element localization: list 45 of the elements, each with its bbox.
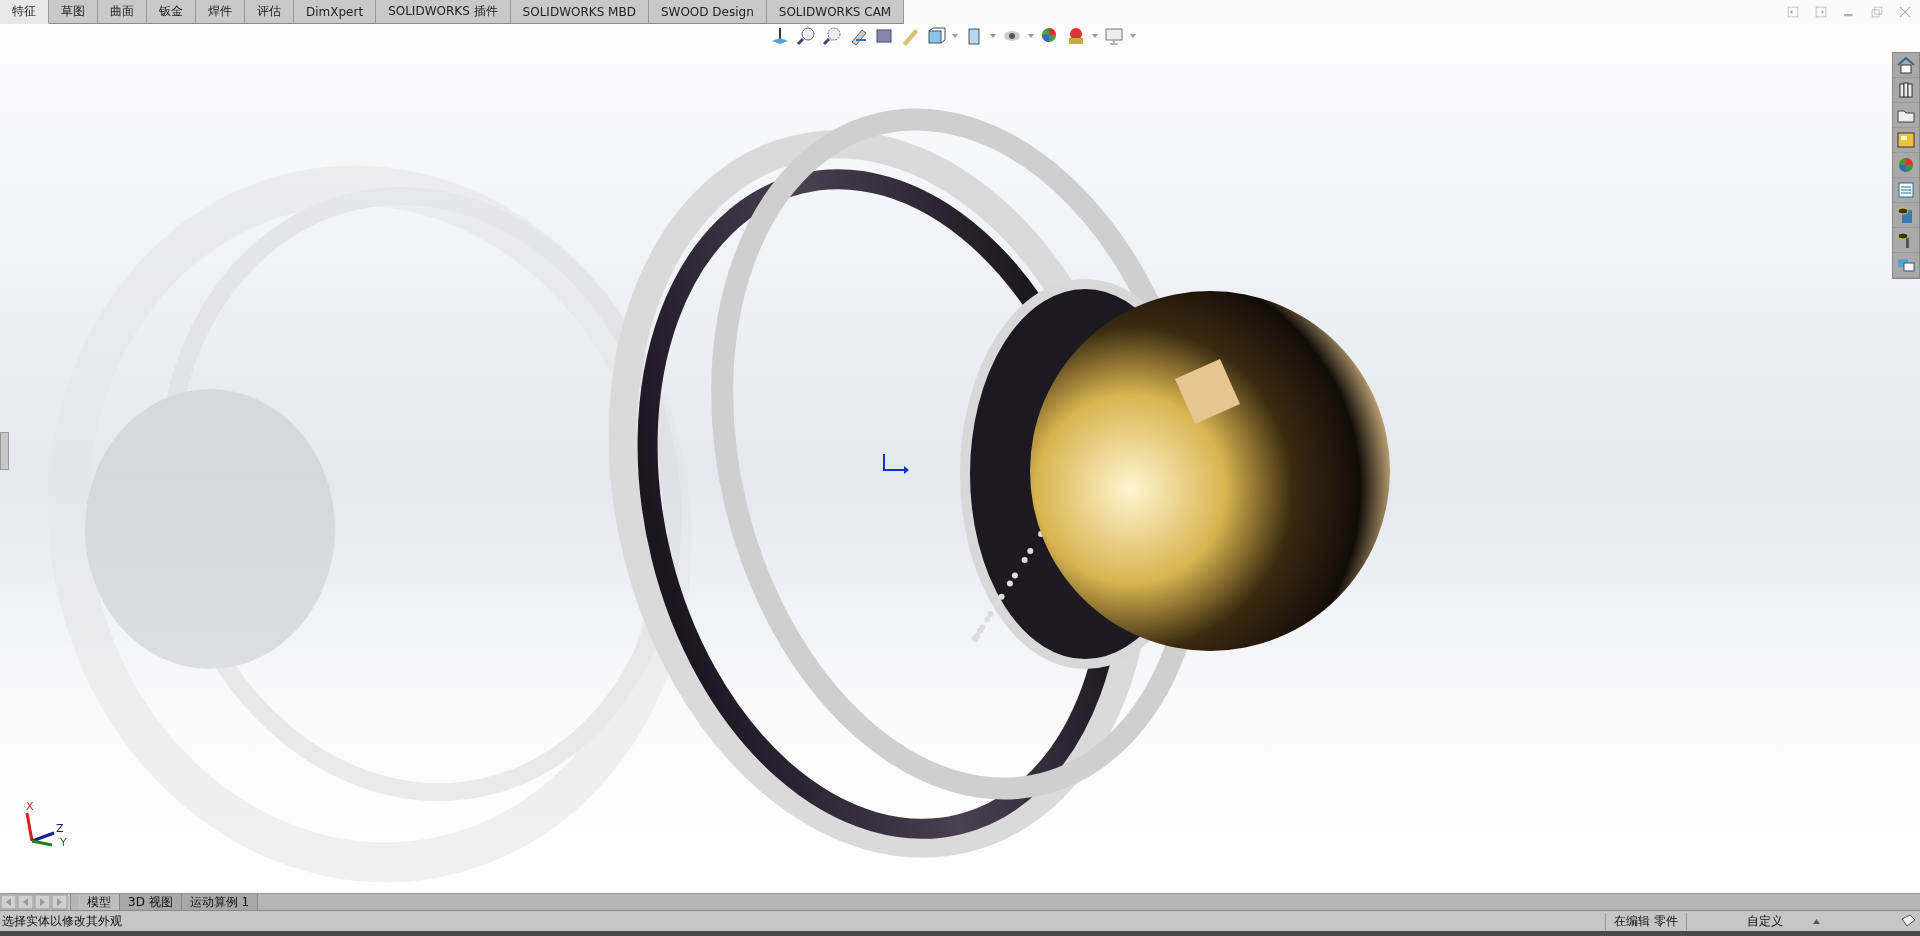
command-tab[interactable]: 特征 <box>0 0 49 24</box>
z-axis-label: Z <box>56 822 64 835</box>
command-tab[interactable]: SOLIDWORKS 插件 <box>376 0 511 24</box>
monitor-icon[interactable] <box>1104 26 1124 46</box>
last-tab-icon[interactable] <box>51 894 68 910</box>
caret-icon[interactable] <box>990 34 996 38</box>
home-icon[interactable] <box>1896 55 1916 75</box>
caret-up-icon[interactable] <box>1813 918 1820 924</box>
x-axis-label: X <box>26 800 34 813</box>
palette-icon[interactable] <box>1896 130 1916 150</box>
zoom-area-icon[interactable] <box>822 26 842 46</box>
command-tab[interactable]: 评估 <box>245 0 294 24</box>
scene-icon[interactable] <box>1066 26 1086 46</box>
model-tab[interactable]: 运动算例 1 <box>181 894 259 910</box>
caret-icon[interactable] <box>952 34 958 38</box>
caret-icon[interactable] <box>1130 34 1136 38</box>
model-tab[interactable]: 模型 <box>79 894 120 910</box>
origin-icon <box>880 452 910 474</box>
previous-tab-icon[interactable] <box>17 894 34 910</box>
caret-icon[interactable] <box>1092 34 1098 38</box>
model-tab[interactable]: 3D 视图 <box>120 894 182 910</box>
command-tab[interactable]: SOLIDWORKS MBD <box>510 0 649 24</box>
normal-to-icon[interactable] <box>770 26 790 46</box>
command-tab[interactable]: 曲面 <box>98 0 147 24</box>
y-axis-label: Y <box>60 836 67 849</box>
command-tab[interactable]: 焊件 <box>196 0 245 24</box>
close-icon[interactable] <box>1898 4 1912 20</box>
command-tab[interactable]: SWOOD Design <box>648 0 767 24</box>
notification-icon[interactable] <box>1900 914 1916 928</box>
command-tab[interactable]: 草图 <box>49 0 98 24</box>
command-tab[interactable]: 钣金 <box>147 0 196 24</box>
next-tab-icon[interactable] <box>34 894 51 910</box>
command-tab[interactable]: DimXpert <box>294 0 377 24</box>
zoom-fit-icon[interactable] <box>796 26 816 46</box>
view-orientation-icon[interactable] <box>926 26 946 46</box>
library-icon[interactable] <box>1896 80 1916 100</box>
first-tab-icon[interactable] <box>0 894 17 910</box>
properties-icon[interactable] <box>1896 180 1916 200</box>
unit-system[interactable]: 自定义 <box>1747 912 1783 930</box>
command-tab[interactable]: SOLIDWORKS CAM <box>766 0 905 24</box>
status-message: 选择实体以修改其外观 <box>1 912 123 930</box>
edit-mode: 在编辑 零件 <box>1605 912 1687 930</box>
panel-handle[interactable] <box>0 432 9 470</box>
caret-icon[interactable] <box>1028 34 1034 38</box>
appearances-icon[interactable] <box>1896 155 1916 175</box>
